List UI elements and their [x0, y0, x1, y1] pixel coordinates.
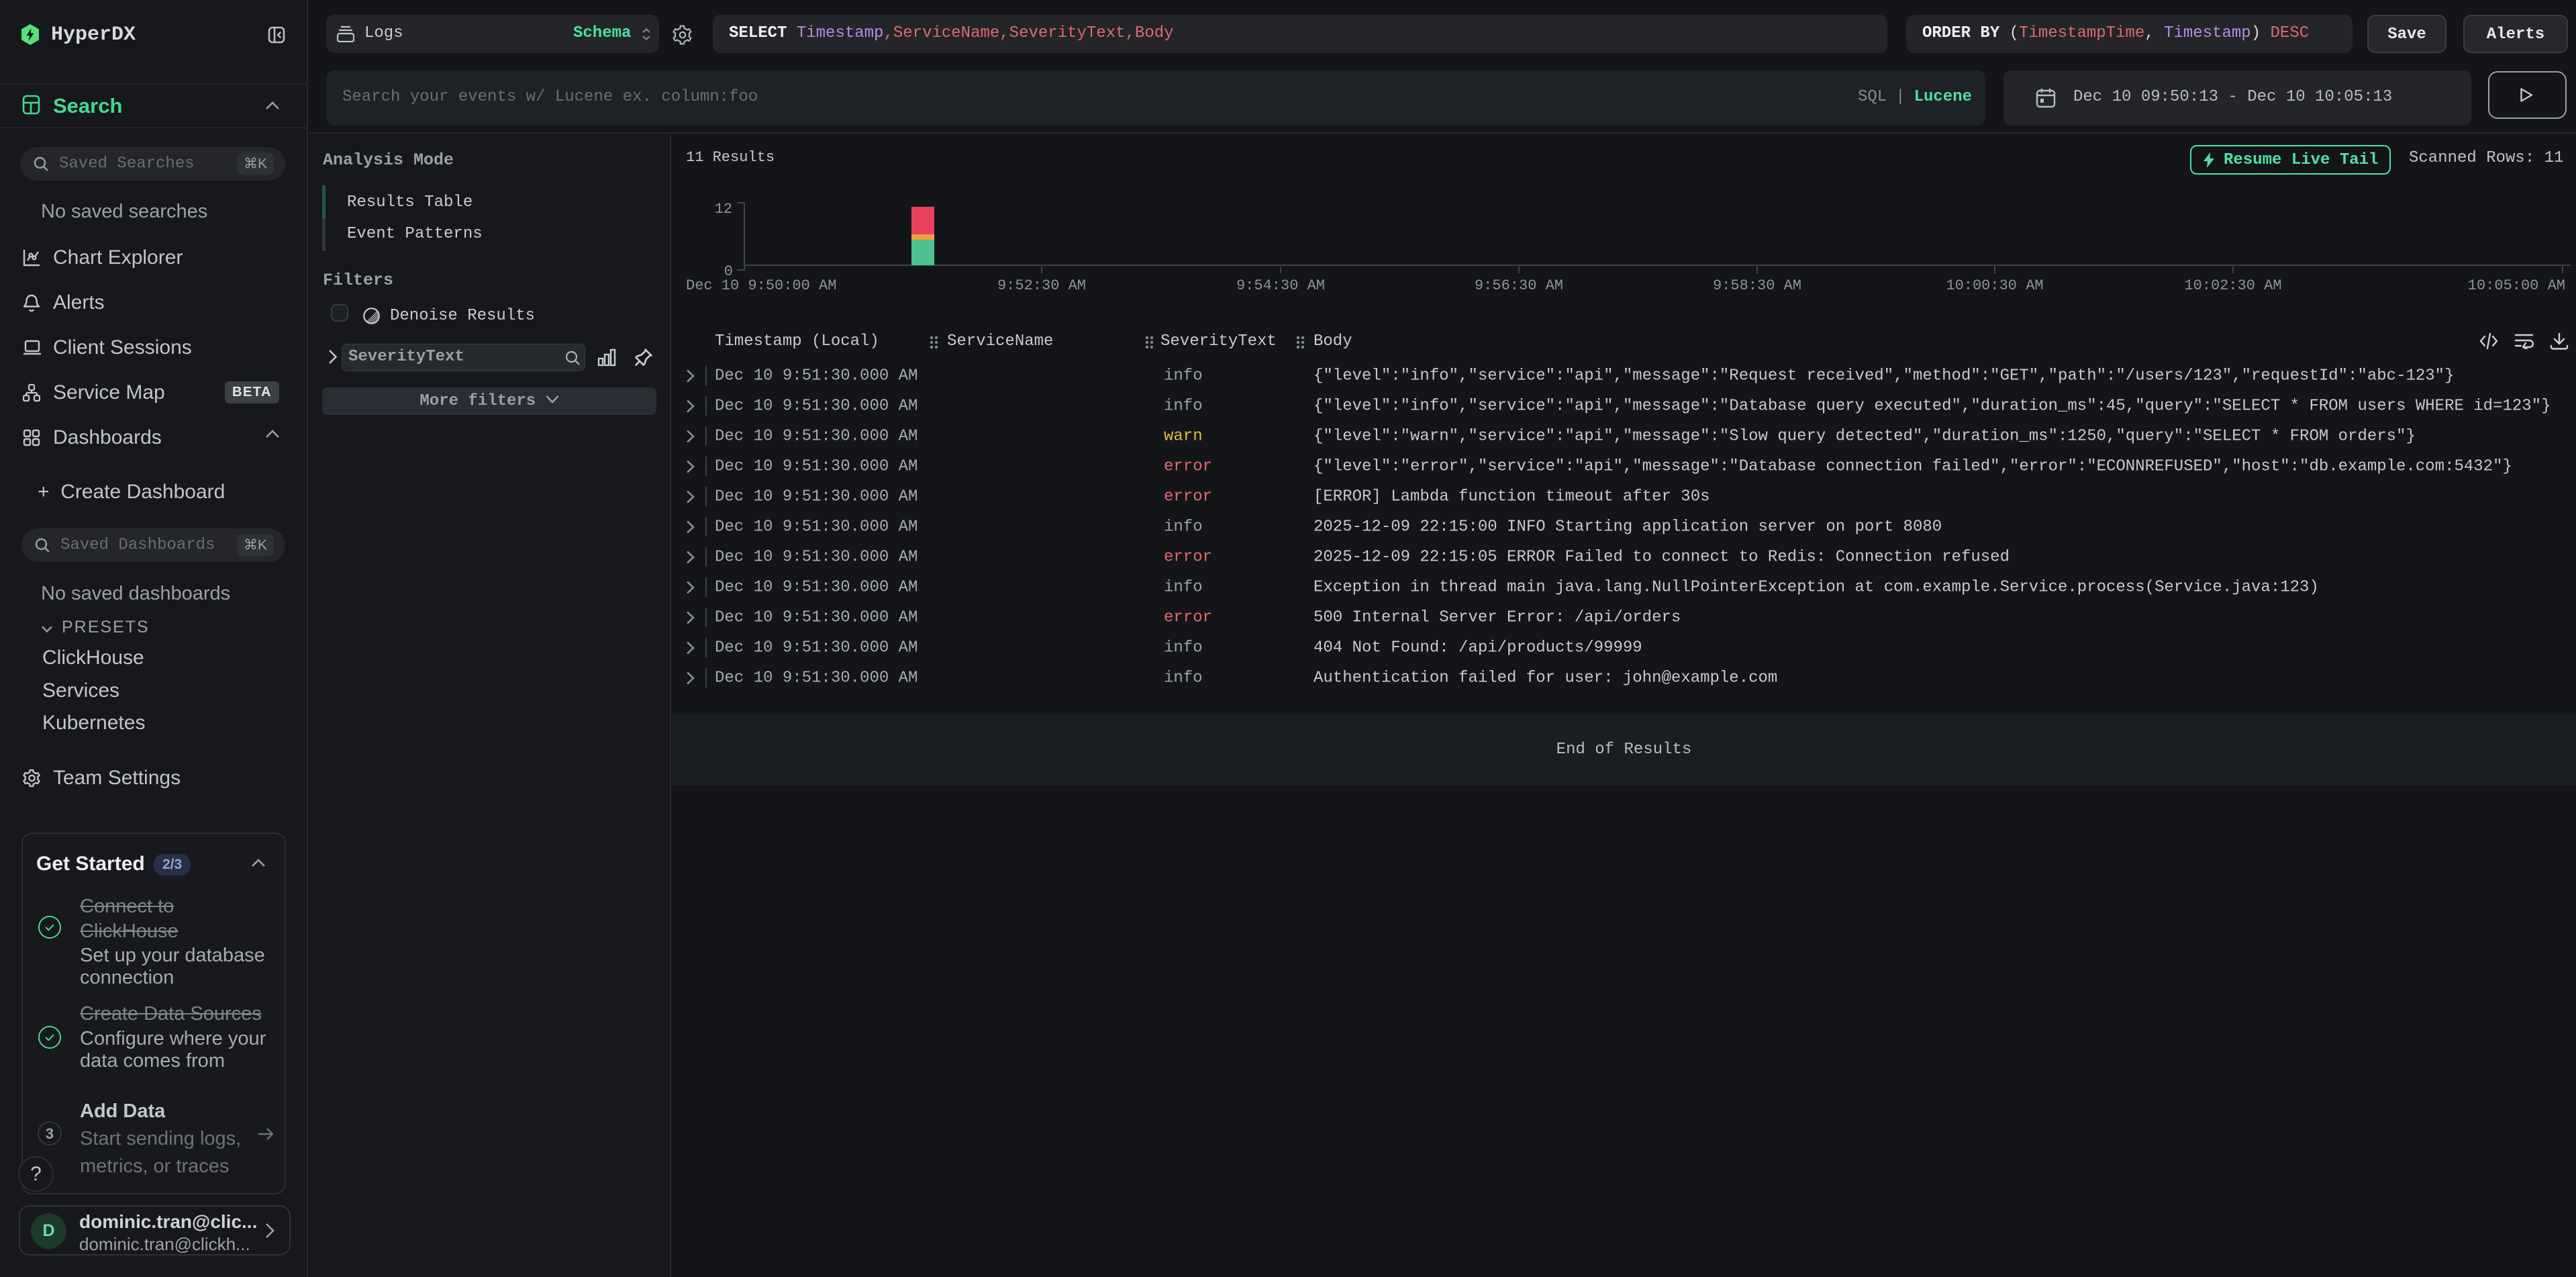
svg-text:Dec 10 9:50:00 AM: Dec 10 9:50:00 AM [686, 277, 836, 294]
svg-text:9:52:30 AM: 9:52:30 AM [997, 277, 1086, 294]
svg-text:12: 12 [715, 201, 732, 218]
svg-text:10:02:30 AM: 10:02:30 AM [2184, 277, 2281, 294]
svg-text:10:05:00 AM: 10:05:00 AM [2468, 277, 2565, 294]
svg-text:9:58:30 AM: 9:58:30 AM [1713, 277, 1801, 294]
svg-text:9:54:30 AM: 9:54:30 AM [1236, 277, 1325, 294]
svg-text:9:56:30 AM: 9:56:30 AM [1475, 277, 1563, 294]
svg-text:10:00:30 AM: 10:00:30 AM [1946, 277, 2043, 294]
